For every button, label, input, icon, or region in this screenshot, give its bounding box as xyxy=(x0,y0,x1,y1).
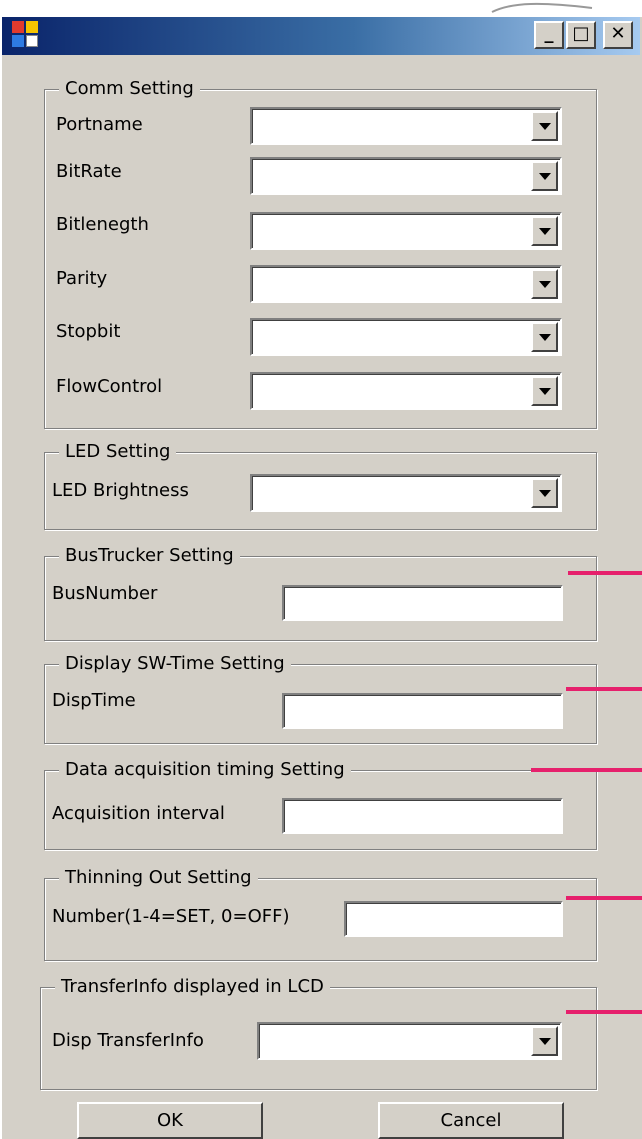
chevron-down-icon xyxy=(538,1038,551,1045)
chevron-down-icon xyxy=(538,490,551,497)
parity-label: Parity xyxy=(56,268,108,289)
thinning-out-setting-legend: Thinning Out Setting xyxy=(59,865,258,891)
portname-combobox[interactable] xyxy=(250,107,562,145)
thinning-number-label: Number(1-4=SET, 0=OFF) xyxy=(52,906,290,927)
portname-dropdown-button[interactable] xyxy=(531,111,558,141)
annotation-marker xyxy=(568,571,642,575)
cancel-button[interactable]: Cancel xyxy=(378,1102,564,1139)
portname-label: Portname xyxy=(56,114,143,135)
led-brightness-combobox[interactable] xyxy=(250,474,562,512)
led-brightness-dropdown-button[interactable] xyxy=(531,478,558,508)
bitrate-dropdown-button[interactable] xyxy=(531,161,558,191)
disp-transferinfo-label: Disp TransferInfo xyxy=(52,1030,204,1051)
annotation-marker xyxy=(566,896,642,900)
led-brightness-label: LED Brightness xyxy=(52,480,189,501)
close-button[interactable]: ✕ xyxy=(603,21,633,49)
stopbit-dropdown-button[interactable] xyxy=(531,322,558,352)
flowcontrol-combobox[interactable] xyxy=(250,372,562,410)
bitlength-label: Bitlenegth xyxy=(56,214,149,235)
parity-combobox[interactable] xyxy=(250,265,562,303)
annotation-marker xyxy=(566,687,642,691)
chevron-down-icon xyxy=(538,123,551,130)
transferinfo-lcd-legend: TransferInfo displayed in LCD xyxy=(55,974,330,1000)
stopbit-combobox[interactable] xyxy=(250,318,562,356)
disp-transferinfo-dropdown-button[interactable] xyxy=(531,1026,558,1056)
busnumber-input[interactable] xyxy=(282,585,563,621)
chevron-down-icon xyxy=(538,173,551,180)
maximize-button[interactable]: □ xyxy=(566,21,596,49)
ok-button[interactable]: OK xyxy=(77,1102,263,1139)
stopbit-label: Stopbit xyxy=(56,321,121,342)
flowcontrol-dropdown-button[interactable] xyxy=(531,376,558,406)
chevron-down-icon xyxy=(538,388,551,395)
busnumber-label: BusNumber xyxy=(52,583,158,604)
comm-setting-legend: Comm Setting xyxy=(59,76,200,102)
bitrate-label: BitRate xyxy=(56,161,122,182)
acquisition-interval-label: Acquisition interval xyxy=(52,803,225,824)
annotation-marker xyxy=(566,1010,642,1014)
led-setting-legend: LED Setting xyxy=(59,439,177,465)
minimize-button[interactable]: _ xyxy=(534,21,564,49)
disp-transferinfo-combobox[interactable] xyxy=(257,1022,562,1060)
title-bar[interactable]: _ □ ✕ xyxy=(2,17,640,55)
annotation-marker xyxy=(531,768,642,772)
thinning-number-input[interactable] xyxy=(344,901,563,937)
bitlength-dropdown-button[interactable] xyxy=(531,216,558,246)
disptime-label: DispTime xyxy=(52,690,136,711)
display-sw-time-setting-legend: Display SW-Time Setting xyxy=(59,651,291,677)
disptime-input[interactable] xyxy=(282,693,563,729)
top-edge-fragment xyxy=(491,2,593,13)
bustrucker-setting-legend: BusTrucker Setting xyxy=(59,543,240,569)
data-acquisition-timing-setting-legend: Data acquisition timing Setting xyxy=(59,757,351,783)
chevron-down-icon xyxy=(538,281,551,288)
acquisition-interval-input[interactable] xyxy=(282,798,563,834)
bitlength-combobox[interactable] xyxy=(250,212,562,250)
app-icon[interactable] xyxy=(12,21,38,47)
flowcontrol-label: FlowControl xyxy=(56,376,163,397)
chevron-down-icon xyxy=(538,228,551,235)
chevron-down-icon xyxy=(538,334,551,341)
bitrate-combobox[interactable] xyxy=(250,157,562,195)
parity-dropdown-button[interactable] xyxy=(531,269,558,299)
